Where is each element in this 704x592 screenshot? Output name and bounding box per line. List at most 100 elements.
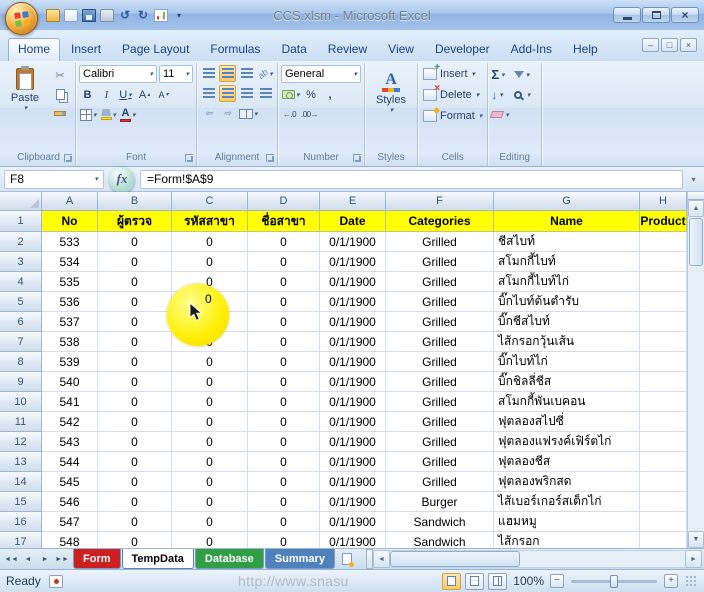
first-sheet-button[interactable]: ◄◄ bbox=[3, 552, 19, 567]
cell[interactable]: Grilled bbox=[386, 232, 494, 252]
cell[interactable]: 0 bbox=[248, 272, 320, 292]
cell[interactable]: แฮมหมู bbox=[494, 512, 640, 532]
last-sheet-button[interactable]: ►► bbox=[54, 552, 70, 567]
delete-cells-button[interactable]: Delete▾ bbox=[421, 86, 484, 104]
cell[interactable]: Grilled bbox=[386, 352, 494, 372]
cell[interactable]: 0 bbox=[98, 512, 172, 532]
cell[interactable]: Grilled bbox=[386, 332, 494, 352]
zoom-level[interactable]: 100% bbox=[513, 574, 544, 588]
header-cell[interactable]: Product bbox=[640, 211, 687, 232]
scroll-left-button[interactable]: ◄ bbox=[373, 550, 390, 568]
cell[interactable]: 0 bbox=[172, 532, 248, 548]
row-header-11[interactable]: 11 bbox=[0, 412, 42, 432]
column-header-G[interactable]: G bbox=[494, 192, 640, 211]
column-header-F[interactable]: F bbox=[386, 192, 494, 211]
cell[interactable]: 0 bbox=[98, 232, 172, 252]
cell[interactable]: 0 bbox=[248, 472, 320, 492]
vertical-scrollbar[interactable]: ▲ ▼ bbox=[687, 192, 704, 548]
cut-button[interactable]: ✂ bbox=[48, 67, 72, 84]
cell[interactable]: 0 bbox=[172, 412, 248, 432]
cell[interactable]: ฟุตลองพริกสด bbox=[494, 472, 640, 492]
align-left-button[interactable] bbox=[200, 85, 217, 102]
row-header-7[interactable]: 7 bbox=[0, 332, 42, 352]
vertical-scroll-track[interactable] bbox=[688, 267, 704, 531]
column-header-H[interactable]: H bbox=[640, 192, 687, 211]
bottom-align-button[interactable] bbox=[238, 65, 255, 82]
cell[interactable]: 0/1/1900 bbox=[320, 492, 386, 512]
horizontal-scrollbar[interactable]: ◄ ► bbox=[373, 550, 702, 568]
cell[interactable]: 0 bbox=[248, 332, 320, 352]
alignment-dialog-launcher[interactable] bbox=[266, 154, 274, 162]
row-header-17[interactable]: 17 bbox=[0, 532, 42, 548]
cell[interactable]: Grilled bbox=[386, 292, 494, 312]
decrease-decimal-button[interactable]: .00→ bbox=[300, 106, 319, 123]
grow-font-button[interactable]: A▴ bbox=[136, 86, 153, 103]
cell[interactable]: 0/1/1900 bbox=[320, 372, 386, 392]
office-button[interactable] bbox=[5, 2, 38, 35]
header-cell[interactable]: Categories bbox=[386, 211, 494, 232]
zoom-out-button[interactable]: − bbox=[550, 574, 564, 588]
fill-color-button[interactable]: ▾ bbox=[100, 106, 118, 123]
cell[interactable]: 0 bbox=[98, 392, 172, 412]
cell[interactable]: 0/1/1900 bbox=[320, 352, 386, 372]
cell[interactable]: 0 bbox=[172, 392, 248, 412]
cell[interactable]: Grilled bbox=[386, 272, 494, 292]
cell[interactable]: 0 bbox=[98, 432, 172, 452]
number-format-select[interactable]: General▾ bbox=[281, 65, 361, 83]
cell[interactable]: บิ๊กไบท์ต้นตำรับ bbox=[494, 292, 640, 312]
fill-button[interactable]: ↓▾ bbox=[491, 86, 509, 103]
middle-align-button[interactable] bbox=[219, 65, 236, 82]
shrink-font-button[interactable]: A▾ bbox=[155, 86, 172, 103]
row-header-5[interactable]: 5 bbox=[0, 292, 42, 312]
cell[interactable] bbox=[640, 472, 687, 492]
cell[interactable]: 0 bbox=[98, 412, 172, 432]
zoom-slider[interactable] bbox=[571, 580, 657, 583]
scroll-right-button[interactable]: ► bbox=[685, 550, 702, 568]
cell[interactable]: 542 bbox=[42, 412, 98, 432]
minimize-button[interactable] bbox=[613, 7, 641, 23]
wrap-text-button[interactable] bbox=[257, 85, 274, 102]
sheet-tab-database[interactable]: Database bbox=[195, 549, 264, 569]
qat-save-icon[interactable] bbox=[82, 9, 96, 22]
cell[interactable]: Sandwich bbox=[386, 532, 494, 548]
cell[interactable]: 0 bbox=[248, 532, 320, 548]
maximize-button[interactable] bbox=[642, 7, 670, 23]
formula-input[interactable]: =Form!$A$9 bbox=[140, 170, 683, 189]
format-painter-button[interactable] bbox=[48, 105, 72, 122]
workbook-restore-button[interactable]: □ bbox=[661, 38, 678, 52]
cell[interactable]: ไส้กรอกวุ้นเส้น bbox=[494, 332, 640, 352]
cell[interactable]: ฟุตลองสไปซี่ bbox=[494, 412, 640, 432]
increase-decimal-button[interactable]: ←.0 bbox=[281, 106, 298, 123]
cell[interactable]: 0 bbox=[172, 452, 248, 472]
row-header-10[interactable]: 10 bbox=[0, 392, 42, 412]
cell[interactable]: 538 bbox=[42, 332, 98, 352]
tab-split-handle[interactable] bbox=[366, 549, 373, 569]
cell[interactable]: 0 bbox=[98, 492, 172, 512]
row-header-12[interactable]: 12 bbox=[0, 432, 42, 452]
tab-view[interactable]: View bbox=[378, 38, 424, 61]
borders-button[interactable]: ▾ bbox=[79, 106, 98, 123]
cell[interactable]: ฟุตลองแฟรงค์เฟิร์ตไก่ bbox=[494, 432, 640, 452]
insert-function-button[interactable]: fx bbox=[108, 168, 136, 191]
cell[interactable]: 0 bbox=[248, 432, 320, 452]
row-header-2[interactable]: 2 bbox=[0, 232, 42, 252]
cell[interactable]: 0/1/1900 bbox=[320, 392, 386, 412]
cell[interactable]: 0 bbox=[98, 292, 172, 312]
cell[interactable] bbox=[640, 272, 687, 292]
paste-button[interactable]: Paste ▾ bbox=[5, 65, 45, 151]
normal-view-button[interactable] bbox=[442, 573, 461, 590]
cell[interactable]: 0 bbox=[98, 272, 172, 292]
macro-record-button[interactable] bbox=[49, 575, 63, 588]
cell[interactable]: 546 bbox=[42, 492, 98, 512]
font-size-select[interactable]: 11▾ bbox=[159, 65, 193, 83]
next-sheet-button[interactable]: ► bbox=[37, 552, 53, 567]
autosum-button[interactable]: Σ▾ bbox=[491, 66, 509, 83]
cell[interactable]: 540 bbox=[42, 372, 98, 392]
increase-indent-button[interactable]: ⇨ bbox=[219, 105, 236, 122]
cell[interactable] bbox=[640, 432, 687, 452]
cell[interactable]: 0 bbox=[248, 492, 320, 512]
cell[interactable]: 0 bbox=[172, 252, 248, 272]
qat-undo-icon[interactable]: ↺ bbox=[118, 9, 132, 22]
cell[interactable] bbox=[640, 332, 687, 352]
cell[interactable]: 0/1/1900 bbox=[320, 452, 386, 472]
